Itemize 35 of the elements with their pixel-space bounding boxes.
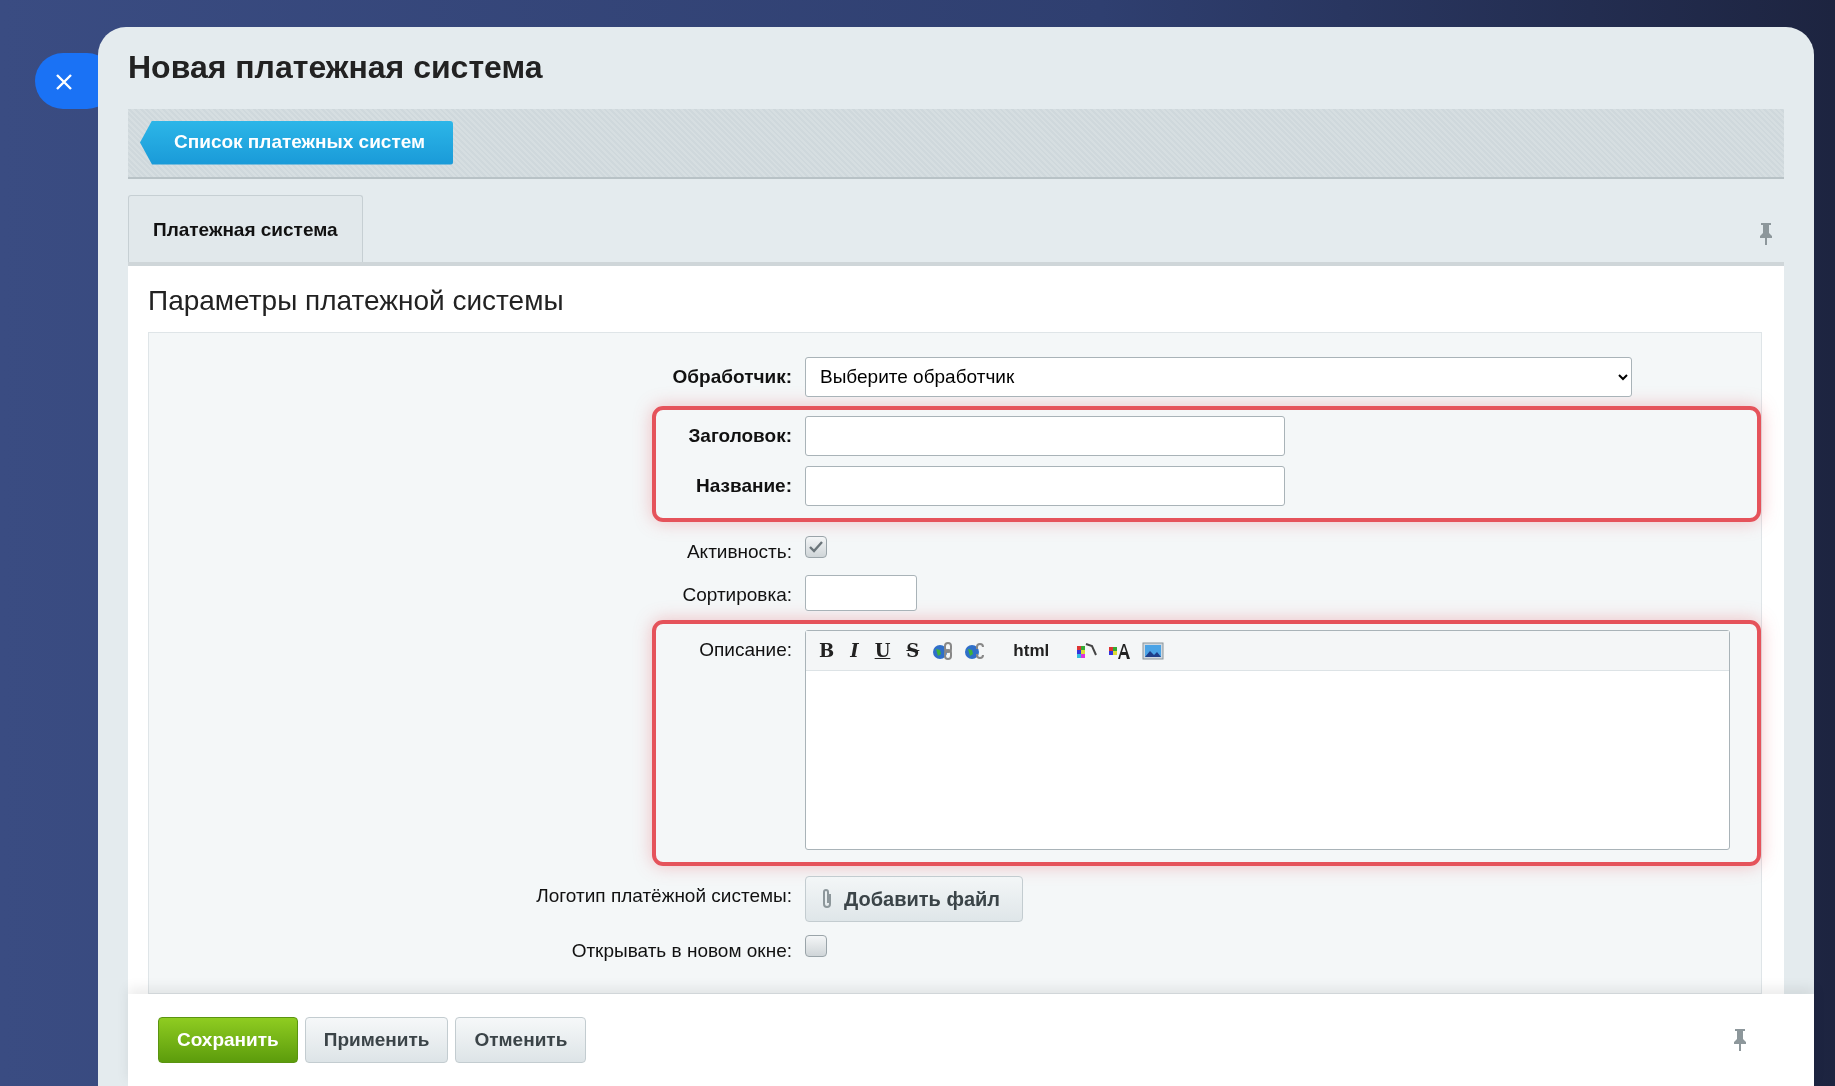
- pin-icon[interactable]: [1758, 221, 1774, 247]
- text-field[interactable]: [805, 415, 1285, 456]
- action-button[interactable]: Применить: [304, 1017, 449, 1063]
- paperclip-icon: [820, 888, 834, 911]
- close-icon: [55, 72, 73, 91]
- palette-icon[interactable]: [1076, 640, 1099, 661]
- picture-icon[interactable]: [1142, 640, 1165, 661]
- field-label: Логотип платёжной системы:: [536, 884, 792, 909]
- field-label: Название:: [696, 473, 792, 498]
- field-label: Сортировка:: [682, 583, 792, 608]
- checkbox[interactable]: [805, 535, 827, 558]
- field-label: Активность:: [686, 539, 792, 564]
- tab[interactable]: Платежная система: [128, 194, 363, 263]
- html-button[interactable]: html: [1010, 642, 1053, 660]
- dialog-title: Новая платежная система: [128, 48, 544, 87]
- field-label: Заголовок:: [688, 423, 792, 448]
- format-button[interactable]: B: [816, 641, 838, 660]
- globe-broken-chain-icon[interactable]: [964, 640, 987, 661]
- field-label: Описание:: [699, 638, 792, 663]
- text-field[interactable]: [805, 465, 1285, 506]
- format-button[interactable]: U: [871, 641, 894, 660]
- add-file-button[interactable]: Добавить файл: [805, 876, 1024, 923]
- globe-chain-icon[interactable]: [932, 640, 955, 661]
- field-label: Открывать в новом окне:: [571, 939, 792, 964]
- format-button[interactable]: S: [903, 641, 923, 660]
- pin-icon[interactable]: [1732, 1027, 1748, 1053]
- field-label: Обработчик:: [672, 364, 792, 389]
- section-title: Параметры платежной системы: [148, 284, 565, 318]
- checkbox[interactable]: [805, 935, 827, 958]
- checkmark-icon: [808, 539, 824, 554]
- action-button[interactable]: Отменить: [455, 1017, 587, 1063]
- number-field[interactable]: [805, 575, 917, 612]
- text-editor[interactable]: B I U S html: [805, 630, 1730, 851]
- format-button[interactable]: I: [847, 641, 862, 660]
- dropdown-field[interactable]: Выберите обработчик: [805, 356, 1632, 397]
